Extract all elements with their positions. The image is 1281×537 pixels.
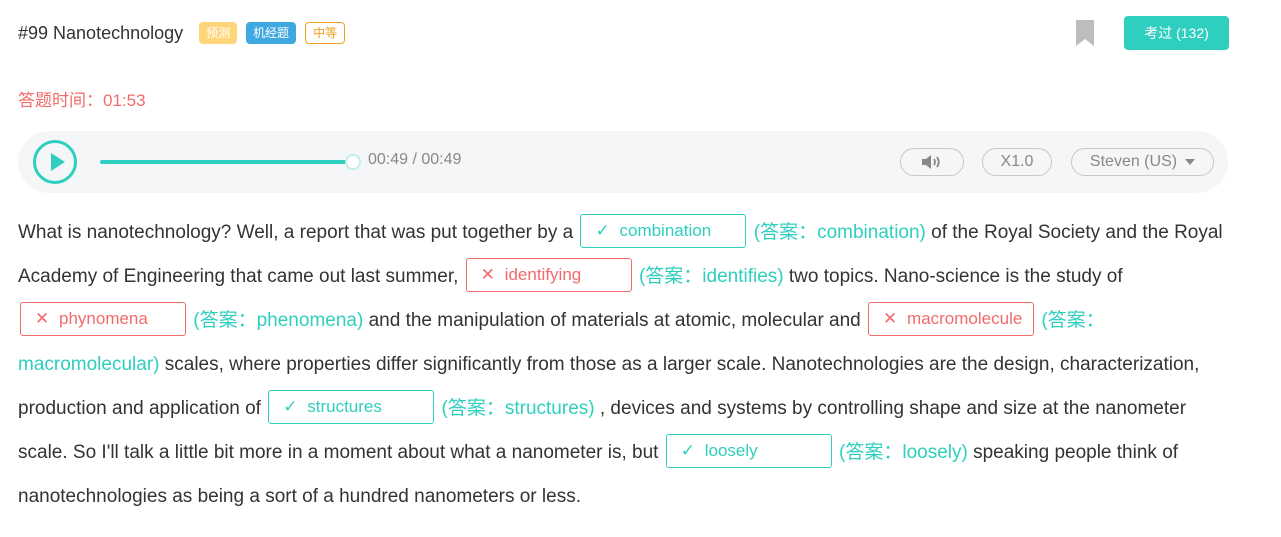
play-button[interactable]: [33, 140, 77, 184]
volume-icon: [922, 155, 940, 169]
correct-answer: (答案：loosely): [839, 442, 968, 463]
caret-down-icon: [1185, 159, 1196, 165]
page-title: #99 Nanotechnology: [18, 22, 184, 43]
blank-value: phynomena: [59, 308, 148, 328]
play-icon: [51, 153, 65, 171]
cross-icon: ✕: [480, 264, 495, 284]
answer-blank[interactable]: ✓ loosely: [665, 433, 832, 468]
answer-blank[interactable]: ✓ structures: [268, 389, 435, 424]
correct-answer: (答案：structures): [441, 398, 595, 419]
progress-bar[interactable]: [100, 160, 352, 164]
answer-blank[interactable]: ✓ combination: [580, 213, 747, 248]
passage: What is nanotechnology? Well, a report t…: [18, 211, 1230, 519]
passage-text: What is nanotechnology? Well, a report t…: [18, 222, 579, 243]
volume-button[interactable]: [900, 148, 964, 176]
speed-button[interactable]: X1.0: [982, 148, 1052, 176]
progress-handle[interactable]: [345, 154, 361, 170]
answer-timer: 答题时间：01:53: [18, 86, 146, 111]
correct-answer: (答案：identifies): [638, 266, 784, 287]
blank-value: loosely: [704, 440, 758, 460]
timer-value: 01:53: [103, 91, 146, 110]
header: #99 Nanotechnology 预测 机经题 中等: [18, 18, 354, 48]
answer-blank[interactable]: ✕ identifying: [465, 257, 632, 292]
passage-text: and the manipulation of materials at ato…: [363, 310, 867, 331]
check-icon: ✓: [680, 440, 695, 460]
blank-value: identifying: [504, 264, 582, 284]
correct-answer: (答案：combination): [753, 222, 926, 243]
tag-predict: 预测: [199, 22, 238, 44]
voice-label: Steven (US): [1089, 153, 1178, 170]
cross-icon: ✕: [35, 308, 50, 328]
exam-count-button[interactable]: 考过 (132): [1124, 16, 1229, 50]
answer-blank[interactable]: ✕ macromolecule: [868, 301, 1035, 336]
voice-select[interactable]: Steven (US): [1071, 148, 1214, 176]
cross-icon: ✕: [883, 308, 898, 328]
tag-difficulty: 中等: [305, 22, 346, 44]
time-readout: 00:49 / 00:49: [368, 151, 462, 168]
answer-blank[interactable]: ✕ phynomena: [20, 301, 186, 336]
check-icon: ✓: [283, 396, 298, 416]
tag-memory: 机经题: [246, 22, 297, 44]
blank-value: macromolecule: [907, 308, 1023, 328]
audio-player: 00:49 / 00:49 X1.0 Steven (US): [18, 131, 1228, 193]
check-icon: ✓: [595, 220, 610, 240]
passage-text: two topics. Nano-science is the study of: [783, 266, 1123, 287]
correct-answer: (答案：phenomena): [193, 310, 364, 331]
blank-value: structures: [307, 396, 382, 416]
timer-label: 答题时间：: [18, 91, 103, 110]
blank-value: combination: [619, 220, 712, 240]
bookmark-icon[interactable]: [1076, 20, 1094, 46]
